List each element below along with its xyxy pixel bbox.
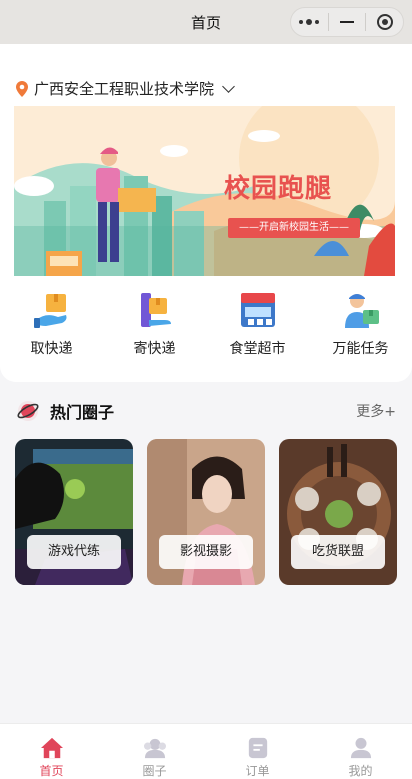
tab-label: 我的 (348, 764, 373, 778)
quick-action-pickup[interactable]: 取快递 (0, 290, 103, 358)
quick-action-canteen[interactable]: 食堂超市 (206, 290, 309, 358)
tab-label: 订单 (245, 764, 270, 778)
school-name: 广西安全工程职业技术学院 (34, 80, 215, 98)
tab-bar: 首页 圈子 订单 我的 (0, 723, 412, 779)
quick-action-label: 寄快递 (133, 341, 176, 357)
quick-action-label: 万能任务 (332, 341, 389, 357)
circle-card-photography[interactable]: 影视摄影 (147, 439, 265, 585)
more-dots-icon (299, 19, 320, 25)
home-icon (40, 737, 63, 759)
tab-label: 首页 (39, 764, 64, 778)
send-package-icon (140, 293, 171, 327)
navigation-bar: 首页 (0, 0, 412, 44)
banner-title: 校园跑腿 (224, 174, 333, 204)
quick-action-label: 取快递 (30, 341, 73, 357)
circles-icon (143, 738, 166, 759)
tab-orders[interactable]: 订单 (206, 724, 309, 779)
minimize-icon (340, 21, 354, 23)
tab-profile[interactable]: 我的 (309, 724, 412, 779)
package-hand-icon (33, 294, 66, 328)
circle-cards: 游戏代练 影视摄影 吃货联盟 (15, 439, 397, 585)
circle-card-gaming[interactable]: 游戏代练 (15, 439, 133, 585)
top-card: 广西安全工程职业技术学院 校园跑腿 ——开启新校园生活—— 取快递 寄快递 食堂… (0, 44, 412, 382)
location-pin-icon (16, 80, 28, 97)
courier-icon (344, 294, 379, 328)
order-icon (248, 737, 267, 759)
quick-action-send[interactable]: 寄快递 (103, 290, 206, 358)
more-button[interactable] (291, 8, 328, 36)
circle-label: 游戏代练 (27, 535, 121, 569)
planet-icon (17, 401, 39, 421)
quick-action-label: 食堂超市 (229, 341, 286, 357)
tab-label: 圈子 (142, 764, 167, 778)
quick-action-task[interactable]: 万能任务 (309, 290, 412, 358)
circle-label: 影视摄影 (159, 535, 253, 569)
chevron-down-icon (222, 79, 235, 93)
mini-program-capsule (290, 7, 404, 37)
circle-label: 吃货联盟 (291, 535, 385, 569)
more-link[interactable]: 更多+ (356, 401, 396, 421)
user-icon (350, 737, 371, 759)
school-selector[interactable]: 广西安全工程职业技术学院 (16, 78, 235, 99)
target-icon (376, 14, 393, 30)
section-title: 热门圈子 (50, 403, 115, 422)
banner-illustration (14, 106, 395, 276)
promo-banner[interactable]: 校园跑腿 ——开启新校园生活—— (14, 106, 395, 276)
hot-circles-header: 热门圈子 更多+ (16, 398, 396, 424)
tab-circles[interactable]: 圈子 (103, 724, 206, 779)
minimize-button[interactable] (329, 8, 366, 36)
close-miniprogram-button[interactable] (366, 8, 403, 36)
store-icon (240, 293, 275, 327)
tab-home[interactable]: 首页 (0, 724, 103, 779)
circle-card-food[interactable]: 吃货联盟 (279, 439, 397, 585)
banner-subtitle: ——开启新校园生活—— (228, 218, 360, 238)
quick-actions: 取快递 寄快递 食堂超市 万能任务 (0, 290, 412, 358)
